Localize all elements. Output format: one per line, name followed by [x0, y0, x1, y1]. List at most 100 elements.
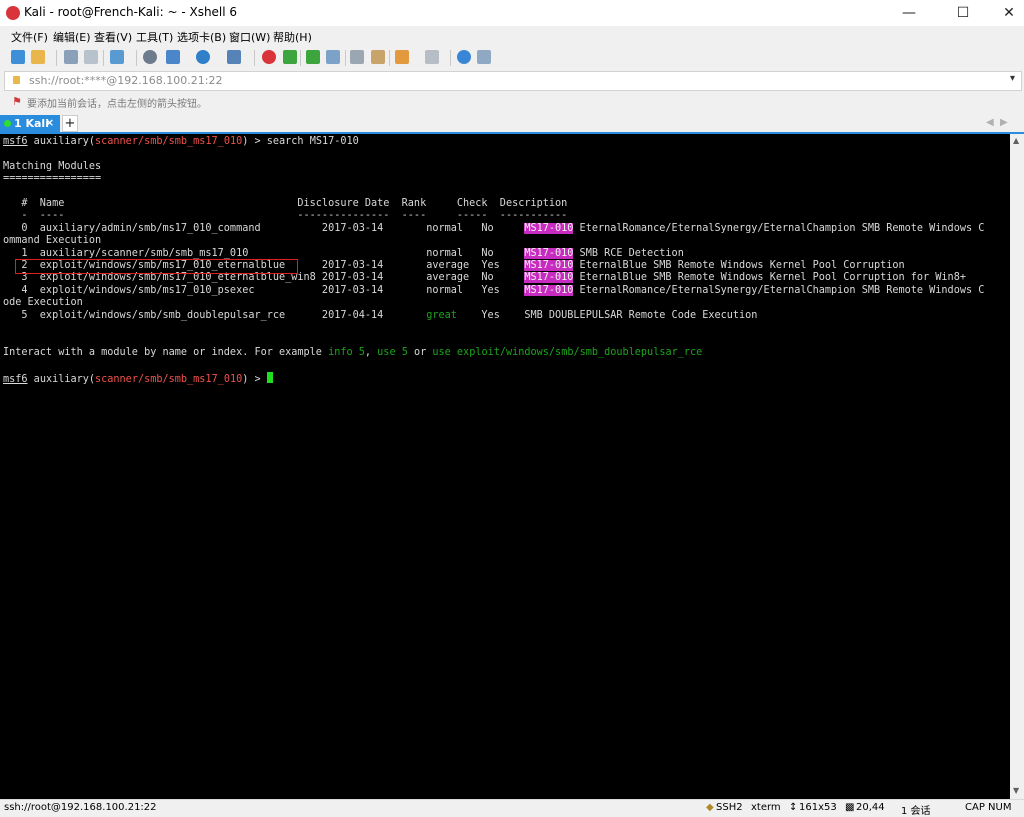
connect-icon[interactable]: [64, 50, 78, 64]
search-highlight: MS17-010: [524, 284, 574, 296]
interact-hint: Interact with a module by name or index.…: [3, 346, 329, 358]
annotation-box: [15, 259, 298, 274]
cursor-icon: ▩: [845, 802, 855, 813]
script-icon[interactable]: [395, 50, 409, 64]
toolbar-separator: [300, 50, 301, 66]
properties-icon[interactable]: [110, 50, 124, 64]
lock-icon: [13, 76, 20, 84]
add-tab-button[interactable]: +: [62, 115, 78, 132]
toolbar-separator: [345, 50, 346, 66]
hint-command: info 5: [328, 346, 365, 358]
module-description: Yes SMB DOUBLEPULSAR Remote Code Executi…: [456, 309, 758, 321]
prompt-module: scanner/smb/smb_ms17_010: [95, 373, 243, 385]
section-heading: Matching Modules: [3, 160, 102, 172]
module-row: 5 exploit/windows/smb/smb_doublepulsar_r…: [3, 309, 427, 321]
column-dashes: - ---- --------------- ---- ----- ------…: [3, 210, 568, 222]
status-caps: CAP NUM: [965, 802, 1012, 813]
module-row: 3 exploit/windows/smb/ms17_010_eternalbl…: [3, 272, 525, 284]
layout-icon[interactable]: [425, 50, 439, 64]
tab-prev-icon[interactable]: ◀: [986, 117, 994, 128]
hint-command: use 5: [377, 346, 408, 358]
scroll-down-icon[interactable]: ▼: [1013, 786, 1019, 795]
rank-great: great: [426, 309, 457, 321]
menu-window[interactable]: 窗口(W): [229, 29, 270, 45]
prompt-module: scanner/smb/smb_ms17_010: [95, 136, 243, 147]
keyboard-icon[interactable]: [350, 50, 364, 64]
chat-icon[interactable]: [477, 50, 491, 64]
lock-icon[interactable]: [326, 50, 340, 64]
menu-tabs[interactable]: 选项卡(B): [177, 29, 226, 45]
prompt-msf: msf6: [3, 373, 28, 385]
module-row: 0 auxiliary/admin/smb/ms17_010_command 2…: [3, 222, 525, 234]
open-folder-icon[interactable]: [31, 50, 45, 64]
font-icon[interactable]: [227, 50, 241, 64]
hint-command: use exploit/windows/smb/smb_doublepulsar…: [432, 346, 703, 358]
menu-edit[interactable]: 编辑(E): [53, 29, 91, 45]
terminal[interactable]: msf6 auxiliary(scanner/smb/smb_ms17_010)…: [0, 134, 1010, 799]
hint-bar: ⚑ 要添加当前会话，点击左侧的箭头按钮。: [0, 91, 1024, 111]
menu-view[interactable]: 查看(V): [94, 29, 132, 45]
globe-icon[interactable]: [196, 50, 210, 64]
close-button[interactable]: ✕: [986, 0, 1024, 26]
module-row-wrap: ommand Execution: [3, 235, 102, 247]
column-header: # Name Disclosure Date Rank Check Descri…: [3, 198, 568, 210]
prompt-text: auxiliary(: [27, 373, 96, 385]
status-protocol: SSH2: [716, 802, 743, 813]
resize-icon: ↕: [789, 802, 798, 813]
status-terminal-type: xterm: [751, 802, 781, 813]
module-description: EternalRomance/EternalSynergy/EternalCha…: [573, 222, 985, 234]
toolbar-separator: [103, 50, 104, 66]
status-cursor: 20,44: [856, 802, 885, 813]
section-underline: ================: [3, 173, 102, 185]
new-session-icon[interactable]: [11, 50, 25, 64]
search-highlight: MS17-010: [524, 247, 574, 259]
transfer-icon[interactable]: [166, 50, 180, 64]
ssh-lock-icon: ◆: [706, 802, 714, 813]
search-highlight: MS17-010: [524, 260, 574, 272]
tab-close-icon[interactable]: ×: [45, 116, 54, 129]
address-input[interactable]: ssh://root:****@192.168.100.21:22: [29, 74, 223, 87]
hint-text: 要添加当前会话，点击左侧的箭头按钮。: [27, 99, 207, 110]
module-row-wrap: ode Execution: [3, 297, 83, 309]
prompt-text: ) >: [242, 136, 267, 147]
prompt-text: auxiliary(: [27, 136, 96, 147]
maximize-button[interactable]: ☐: [940, 0, 986, 26]
toolbar-separator: [389, 50, 390, 66]
address-bar[interactable]: ssh://root:****@192.168.100.21:22 ▾: [4, 71, 1022, 91]
tab-bar: 1 Kali × + ◀ ▶: [0, 115, 1024, 134]
fullscreen-icon[interactable]: [306, 50, 320, 64]
chevron-down-icon[interactable]: ▾: [1010, 73, 1015, 84]
interact-hint: ,: [364, 346, 378, 358]
help-icon[interactable]: [457, 50, 471, 64]
disconnect-icon[interactable]: [84, 50, 98, 64]
toolbar-separator: [450, 50, 451, 66]
window-title: Kali - root@French-Kali: ~ - Xshell 6: [24, 5, 238, 19]
menu-file[interactable]: 文件(F): [11, 29, 48, 45]
scrollbar[interactable]: ▲ ▼: [1010, 134, 1024, 799]
search-highlight: MS17-010: [524, 272, 574, 284]
toolbar-separator: [254, 50, 255, 66]
tab-kali[interactable]: 1 Kali ×: [0, 115, 60, 132]
status-bar: ssh://root@192.168.100.21:22 ◆ SSH2 xter…: [0, 799, 1024, 817]
highlight-icon[interactable]: [371, 50, 385, 64]
find-icon[interactable]: [143, 50, 157, 64]
xshell-icon[interactable]: [262, 50, 276, 64]
tab-next-icon[interactable]: ▶: [1000, 117, 1008, 128]
title-bar: Kali - root@French-Kali: ~ - Xshell 6 — …: [0, 0, 1024, 27]
module-row: 4 exploit/windows/smb/ms17_010_psexec 20…: [3, 284, 525, 296]
menu-bar: 文件(F) 编辑(E) 查看(V) 工具(T) 选项卡(B) 窗口(W) 帮助(…: [0, 26, 1024, 46]
menu-help[interactable]: 帮助(H): [273, 29, 312, 45]
connected-status-icon: [4, 120, 11, 127]
interact-hint: or: [407, 346, 433, 358]
scroll-up-icon[interactable]: ▲: [1013, 136, 1019, 145]
module-description: EternalBlue SMB Remote Windows Kernel Po…: [573, 260, 905, 272]
bookmark-icon[interactable]: ⚑: [12, 95, 22, 108]
xftp-icon[interactable]: [283, 50, 297, 64]
menu-tools[interactable]: 工具(T): [136, 29, 173, 45]
module-description: SMB RCE Detection: [573, 247, 684, 259]
tab-label: 1 Kali: [14, 117, 49, 130]
minimize-button[interactable]: —: [886, 0, 932, 26]
status-sessions: 1 会话: [901, 806, 931, 817]
prompt-text: ) >: [242, 373, 267, 385]
terminal-cursor: [266, 371, 273, 383]
